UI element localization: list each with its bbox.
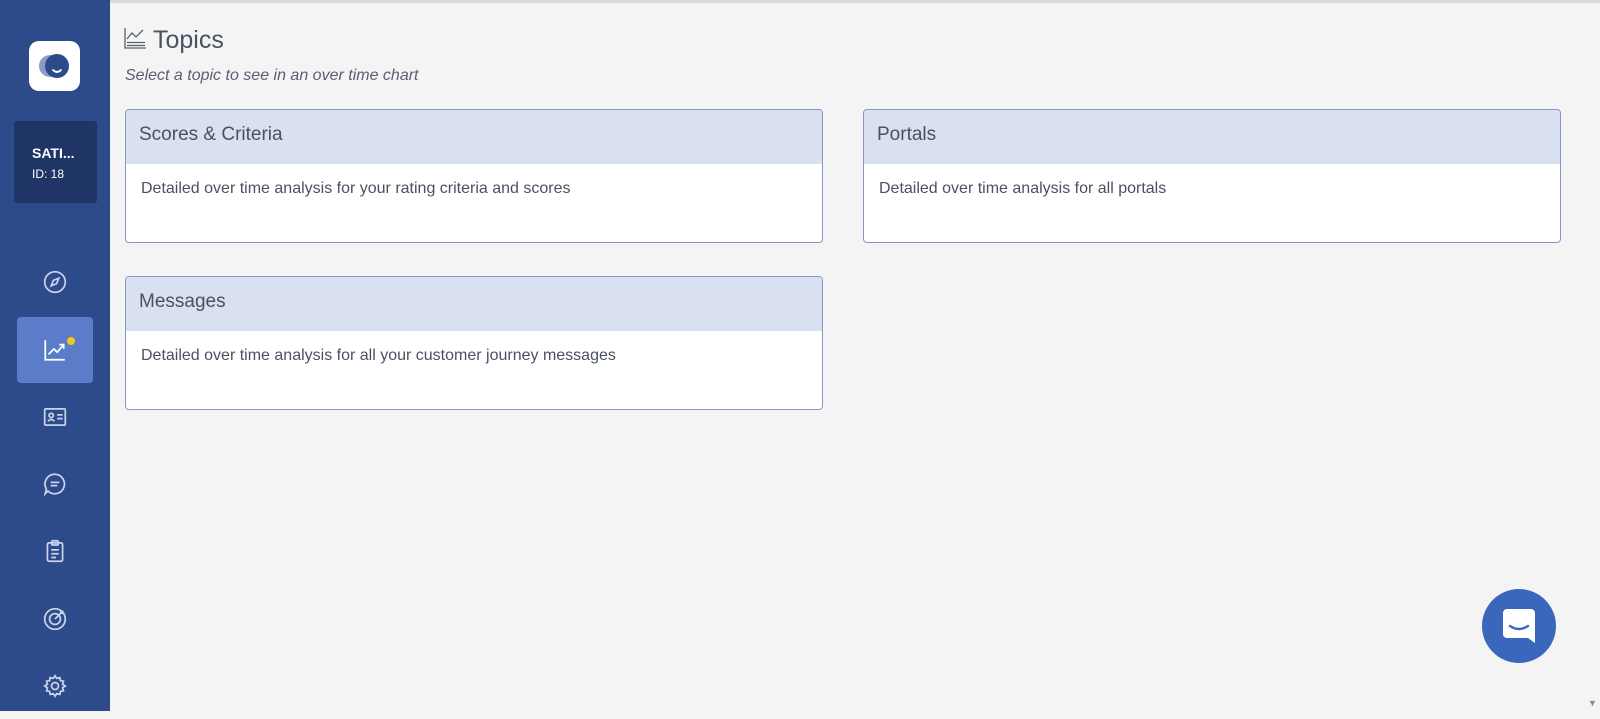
account-name: SATI... [32, 145, 75, 161]
app-logo-icon [38, 54, 69, 78]
support-chat-button[interactable] [1482, 589, 1556, 663]
sidebar: SATI... ID: 18 [0, 0, 110, 711]
line-chart-icon [124, 28, 146, 49]
target-icon [43, 607, 67, 631]
nav-messages[interactable] [17, 451, 93, 517]
card-description: Detailed over time analysis for all your… [141, 347, 616, 364]
gear-icon [43, 674, 67, 698]
page-subtitle: Select a topic to see in an over time ch… [125, 67, 419, 84]
chat-bubble-icon [43, 473, 66, 497]
card-title: Portals [877, 124, 937, 145]
trend-chart-icon [44, 340, 65, 361]
card-title: Scores & Criteria [139, 124, 283, 145]
top-border [0, 0, 1600, 3]
account-id: ID: 18 [32, 167, 65, 181]
scroll-down-arrow-icon[interactable]: ▼ [1588, 698, 1597, 708]
topic-card-messages[interactable]: Messages Detailed over time analysis for… [125, 276, 823, 410]
card-header: Portals [864, 110, 1560, 164]
nav-settings[interactable] [17, 653, 93, 719]
card-header: Scores & Criteria [126, 110, 822, 164]
topic-card-scores-criteria[interactable]: Scores & Criteria Detailed over time ana… [125, 109, 823, 243]
account-switcher[interactable]: SATI... ID: 18 [14, 121, 97, 203]
compass-icon [43, 270, 67, 294]
clipboard-icon [46, 539, 64, 563]
app-logo[interactable] [29, 41, 80, 91]
nav-topics[interactable] [17, 317, 93, 383]
nav-goals[interactable] [17, 586, 93, 652]
contact-card-icon [43, 408, 67, 426]
nav-reports[interactable] [17, 518, 93, 584]
chat-launcher-icon [1503, 609, 1535, 643]
card-title: Messages [139, 291, 226, 312]
page-title: Topics [153, 26, 224, 54]
nav-explore[interactable] [17, 249, 93, 315]
card-description: Detailed over time analysis for all port… [879, 180, 1167, 197]
topic-card-portals[interactable]: Portals Detailed over time analysis for … [863, 109, 1561, 243]
card-header: Messages [126, 277, 822, 331]
card-description: Detailed over time analysis for your rat… [141, 180, 571, 197]
notification-dot [67, 337, 75, 345]
nav-contacts[interactable] [17, 384, 93, 450]
